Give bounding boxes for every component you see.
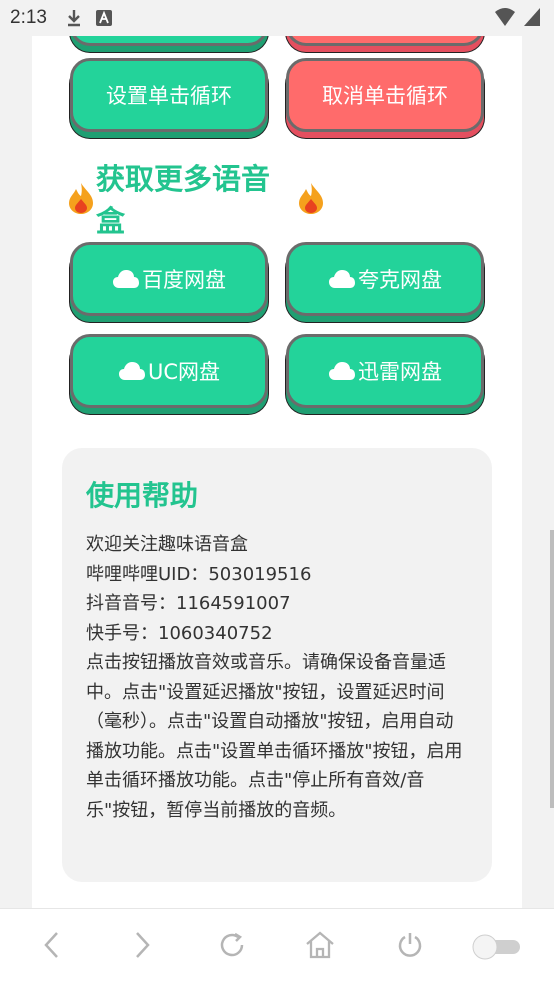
power-button[interactable] <box>392 929 428 965</box>
refresh-icon <box>217 930 247 964</box>
signal-icon <box>522 6 542 32</box>
uc-disk-button[interactable]: UC网盘 <box>70 334 268 408</box>
power-icon <box>395 930 425 964</box>
help-card: 使用帮助 欢迎关注趣味语音盒 哔哩哔哩UID：503019516 抖音音号：11… <box>62 448 492 882</box>
toggle-switch[interactable] <box>470 929 524 965</box>
app-a-icon <box>95 9 113 27</box>
quark-disk-button[interactable]: 夸克网盘 <box>286 242 484 316</box>
cancel-loop-button[interactable]: 取消单击循环 <box>286 58 484 132</box>
set-loop-button[interactable]: 设置单击循环 <box>70 58 268 132</box>
home-icon <box>304 930 336 964</box>
help-line-bilibili: 哔哩哔哩UID：503019516 <box>86 563 312 585</box>
flame-icon <box>296 181 326 215</box>
flame-icon <box>66 181 96 215</box>
cloud-icon <box>328 269 356 289</box>
cancel-loop-label: 取消单击循环 <box>322 84 448 108</box>
forward-button[interactable] <box>124 929 160 965</box>
cloud-icon <box>112 269 140 289</box>
section-title-text: 获取更多语音盒 <box>96 162 271 238</box>
back-button[interactable] <box>34 929 70 965</box>
help-line-douyin: 抖音音号：1164591007 <box>86 593 291 614</box>
status-bar: 2:13 <box>0 0 554 36</box>
wifi-icon <box>494 6 516 32</box>
help-line-welcome: 欢迎关注趣味语音盒 <box>86 534 248 555</box>
section-title: 获取更多语音盒 <box>66 162 326 238</box>
cloud-icon <box>328 361 356 381</box>
help-title: 使用帮助 <box>86 479 199 512</box>
bottom-nav-bar <box>0 908 554 984</box>
cloud-icon <box>118 361 146 381</box>
page-content: 设置单击循环 取消单击循环 获取更多语音盒 百度网盘 夸克网盘 UC网盘 迅雷网… <box>32 36 522 908</box>
baidu-disk-button[interactable]: 百度网盘 <box>70 242 268 316</box>
uc-disk-label: UC网盘 <box>147 360 221 384</box>
xunlei-disk-label: 迅雷网盘 <box>358 360 442 384</box>
partial-red-button[interactable] <box>286 36 484 46</box>
baidu-disk-label: 百度网盘 <box>142 268 226 292</box>
home-button[interactable] <box>302 929 338 965</box>
status-time: 2:13 <box>10 7 47 28</box>
status-right <box>494 6 542 32</box>
set-loop-label: 设置单击循环 <box>106 84 232 108</box>
download-icon <box>65 8 83 28</box>
scrollbar[interactable] <box>550 530 554 808</box>
help-line-kuaishou: 快手号：1060340752 <box>86 622 273 644</box>
back-icon <box>41 930 63 964</box>
partial-green-button[interactable] <box>70 36 268 46</box>
xunlei-disk-button[interactable]: 迅雷网盘 <box>286 334 484 408</box>
refresh-button[interactable] <box>214 929 250 965</box>
help-paragraph: 点击按钮播放音效或音乐。请确保设备音量适中。点击"设置延迟播放"按钮，设置延迟时… <box>86 652 463 821</box>
forward-icon <box>131 930 153 964</box>
quark-disk-label: 夸克网盘 <box>358 268 442 292</box>
